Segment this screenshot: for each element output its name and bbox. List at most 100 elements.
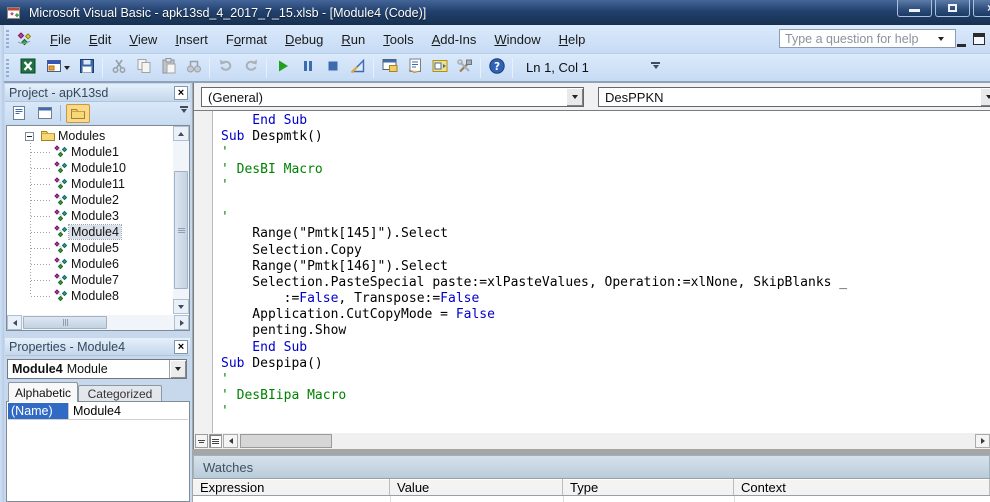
- tree-item-label[interactable]: Module7: [69, 273, 121, 287]
- watches-body[interactable]: [193, 496, 990, 502]
- code-line[interactable]: End Sub: [221, 113, 847, 129]
- menu-item-view[interactable]: View: [120, 28, 166, 51]
- tree-item-label[interactable]: Module6: [69, 257, 121, 271]
- procedure-view-button[interactable]: [195, 434, 208, 448]
- toolbar-button-insert-userform[interactable]: [40, 57, 74, 79]
- menu-item-run[interactable]: Run: [332, 28, 374, 51]
- code-line[interactable]: :=False, Transpose:=False: [221, 291, 847, 307]
- code-hscrollbar[interactable]: [223, 434, 990, 448]
- tree-item-label[interactable]: Module5: [69, 241, 121, 255]
- window-maximize-button[interactable]: [935, 0, 970, 17]
- window-minimize-button[interactable]: [897, 0, 932, 17]
- object-dropdown[interactable]: (General): [201, 87, 584, 107]
- watches-column-type[interactable]: Type: [563, 479, 734, 495]
- toolbar-button-object-browser[interactable]: [427, 57, 452, 79]
- watches-panel-title[interactable]: Watches: [193, 455, 990, 478]
- toolbar-button-design-mode[interactable]: [345, 57, 370, 79]
- toolbar-button-view-microsoft-excel[interactable]: [15, 57, 40, 79]
- menu-item-tools[interactable]: Tools: [374, 28, 422, 51]
- watches-column-value[interactable]: Value: [390, 479, 563, 495]
- code-line[interactable]: ': [221, 210, 847, 226]
- toolbar-button-project-explorer[interactable]: [377, 57, 402, 79]
- toolbar-button-toolbox[interactable]: [452, 57, 477, 79]
- watches-column-context[interactable]: Context: [734, 479, 990, 495]
- code-line[interactable]: ' DesBIipa Macro: [221, 388, 847, 404]
- tree-vscroll-down-button[interactable]: [173, 299, 189, 314]
- tree-item-label[interactable]: Modules: [56, 129, 107, 143]
- properties-panel-close-button[interactable]: ×: [174, 340, 188, 354]
- tree-vscroll-thumb[interactable]: [174, 171, 188, 289]
- code-line[interactable]: Selection.PasteSpecial paste:=xlPasteVal…: [221, 275, 847, 291]
- properties-object-dropdown[interactable]: Module4 Module: [7, 359, 187, 379]
- menu-item-format[interactable]: Format: [217, 28, 276, 51]
- view-object-button[interactable]: [33, 104, 57, 123]
- procedure-dropdown-arrow-icon[interactable]: [980, 88, 990, 106]
- title-bar[interactable]: Microsoft Visual Basic - apk13sd_4_2017_…: [0, 0, 990, 25]
- code-line[interactable]: ': [221, 404, 847, 420]
- procedure-dropdown[interactable]: DesPPKN: [598, 87, 990, 107]
- property-value-cell[interactable]: Module4: [68, 403, 188, 419]
- code-line[interactable]: End Sub: [221, 340, 847, 356]
- project-panel-close-button[interactable]: ×: [174, 86, 188, 100]
- tree-vscroll-up-button[interactable]: [173, 126, 189, 141]
- toolbar-button-undo[interactable]: [213, 57, 238, 79]
- menu-item-debug[interactable]: Debug: [276, 28, 332, 51]
- tree-hscroll-right-button[interactable]: [174, 315, 189, 330]
- help-search-box[interactable]: [779, 29, 956, 48]
- object-dropdown-arrow-icon[interactable]: [566, 88, 583, 106]
- full-module-view-button[interactable]: [209, 434, 222, 448]
- toolbar-button-paste[interactable]: [156, 57, 181, 79]
- menu-item-window[interactable]: Window: [485, 28, 549, 51]
- toolbar-button-copy[interactable]: [131, 57, 156, 79]
- code-line[interactable]: penting.Show: [221, 323, 847, 339]
- tree-hscroll-left-button[interactable]: [7, 315, 22, 330]
- toolbar-button-properties-window[interactable]: [402, 57, 427, 79]
- help-search-input[interactable]: [780, 30, 938, 47]
- code-line[interactable]: [221, 194, 847, 210]
- tree-item-label[interactable]: Module2: [69, 193, 121, 207]
- tree-hscroll-thumb[interactable]: [23, 316, 107, 329]
- toolbar-button-help[interactable]: ?: [484, 57, 509, 79]
- menu-item-file[interactable]: File: [41, 28, 80, 51]
- property-name-cell[interactable]: (Name): [8, 403, 68, 419]
- code-line[interactable]: Application.CutCopyMode = False: [221, 307, 847, 323]
- code-editor[interactable]: End Sub Sub Despmtk() ' ' DesBI Macro ' ' Ra…: [194, 111, 990, 433]
- properties-panel-title[interactable]: Properties - Module4 ×: [5, 338, 190, 356]
- tree-item-label[interactable]: Module10: [69, 161, 128, 175]
- mdi-restore-button[interactable]: [973, 33, 985, 45]
- code-line[interactable]: Range("Pmtk[146]").Select: [221, 259, 847, 275]
- toolbar-options-icon[interactable]: [650, 62, 661, 69]
- properties-dropdown-arrow-icon[interactable]: [169, 360, 186, 378]
- menu-item-edit[interactable]: Edit: [80, 28, 120, 51]
- menu-item-addins[interactable]: Add-Ins: [423, 28, 486, 51]
- code-line[interactable]: Selection.Copy: [221, 243, 847, 259]
- tab-categorized[interactable]: Categorized: [78, 385, 162, 402]
- view-code-button[interactable]: [7, 104, 31, 123]
- tab-alphabetic[interactable]: Alphabetic: [8, 382, 78, 402]
- code-line[interactable]: ': [221, 372, 847, 388]
- toolbar-button-reset[interactable]: [320, 57, 345, 79]
- code-line[interactable]: ': [221, 178, 847, 194]
- mdi-minimize-button[interactable]: [956, 36, 968, 47]
- tree-item-label[interactable]: Module1: [69, 145, 121, 159]
- property-row[interactable]: (Name) Module4: [8, 403, 188, 420]
- code-hscroll-right-button[interactable]: [975, 434, 990, 448]
- code-line[interactable]: ': [221, 145, 847, 161]
- tree-item-module8[interactable]: Module8: [53, 288, 121, 304]
- toolbar-button-save[interactable]: [74, 57, 99, 79]
- menu-item-insert[interactable]: Insert: [166, 28, 217, 51]
- project-tree[interactable]: Modules Module1 Module10 Module11 Module2 Mod…: [6, 125, 190, 331]
- menu-item-help[interactable]: Help: [550, 28, 595, 51]
- code-line[interactable]: Range("Pmtk[145]").Select: [221, 226, 847, 242]
- toolbar-button-redo[interactable]: [238, 57, 263, 79]
- tree-item-label[interactable]: Module8: [69, 289, 121, 303]
- code-margin-bar[interactable]: [194, 111, 213, 433]
- toolbar-button-find[interactable]: [181, 57, 206, 79]
- toolbar-button-break[interactable]: [295, 57, 320, 79]
- window-close-button[interactable]: ×: [973, 0, 990, 17]
- project-toolbar-options-icon[interactable]: [180, 106, 188, 113]
- toolbar-button-run[interactable]: [270, 57, 295, 79]
- tree-item-label[interactable]: Module3: [69, 209, 121, 223]
- toolbar-button-cut[interactable]: [106, 57, 131, 79]
- menubar-grip[interactable]: [6, 30, 9, 48]
